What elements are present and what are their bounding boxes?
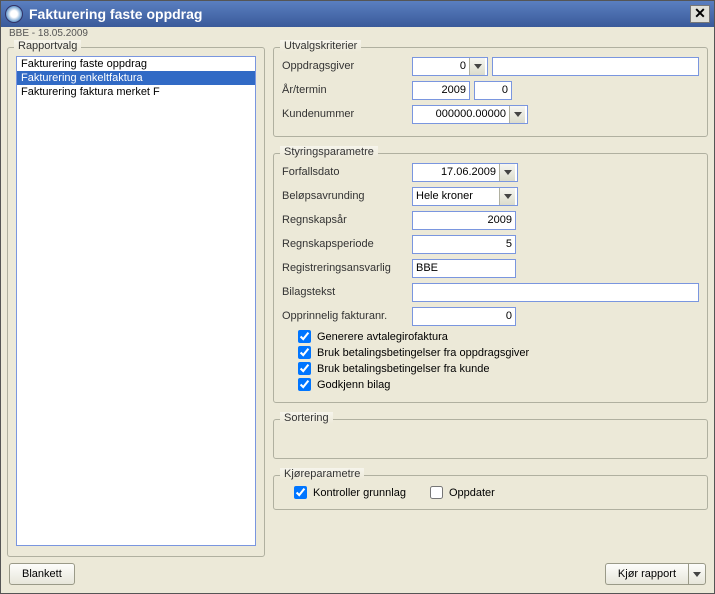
kjor-rapport-button-label: Kjør rapport (618, 568, 676, 580)
oppdragsgiver-dropdown-icon[interactable] (469, 58, 485, 75)
sortering-title: Sortering (280, 412, 333, 424)
godkjenn-bilag-label: Godkjenn bilag (317, 379, 390, 391)
kundenummer-combo[interactable] (412, 105, 528, 124)
generere-avtalegiro-checkbox[interactable] (298, 330, 311, 343)
app-icon (5, 5, 23, 23)
oppdragsgiver-combo[interactable] (412, 57, 488, 76)
sortering-group: Sortering (273, 419, 708, 459)
termin-input[interactable] (474, 81, 512, 100)
list-item[interactable]: Fakturering faktura merket F (17, 85, 255, 99)
bilagstekst-label: Bilagstekst (282, 286, 412, 298)
oppdragsgiver-extra-input[interactable] (492, 57, 699, 76)
blankett-button[interactable]: Blankett (9, 563, 75, 585)
bruk-betaling-kunde-checkbox[interactable] (298, 362, 311, 375)
kjoreparametre-group: Kjøreparametre Kontroller grunnlag Oppda… (273, 475, 708, 510)
footer: Blankett Kjør rapport (1, 557, 714, 593)
blankett-button-label: Blankett (22, 568, 62, 580)
godkjenn-bilag-checkbox[interactable] (298, 378, 311, 391)
oppdater-checkbox[interactable] (430, 486, 443, 499)
rapportvalg-group: Rapportvalg Fakturering faste oppdragFak… (7, 47, 265, 557)
oppdater-label: Oppdater (449, 487, 495, 499)
forfallsdato-combo[interactable] (412, 163, 518, 182)
registreringsansvarlig-input[interactable] (412, 259, 516, 278)
forfallsdato-dropdown-icon[interactable] (499, 164, 515, 181)
aar-input[interactable] (412, 81, 470, 100)
utvalgskriterier-group: Utvalgskriterier Oppdragsgiver År/termin (273, 47, 708, 137)
kjoreparametre-title: Kjøreparametre (280, 468, 364, 480)
rapportvalg-list[interactable]: Fakturering faste oppdragFakturering enk… (16, 56, 256, 546)
regnskapsaar-label: Regnskapsår (282, 214, 412, 226)
opprinnelig-fakturanr-input[interactable] (412, 307, 516, 326)
styringsparametre-title: Styringsparametre (280, 146, 378, 158)
forfallsdato-input[interactable] (413, 164, 499, 181)
kundenummer-input[interactable] (413, 106, 509, 123)
kundenummer-dropdown-icon[interactable] (509, 106, 525, 123)
title-bar: Fakturering faste oppdrag ✕ (1, 1, 714, 27)
utvalgskriterier-title: Utvalgskriterier (280, 40, 361, 52)
bilagstekst-input[interactable] (412, 283, 699, 302)
opprinnelig-fakturanr-label: Opprinnelig fakturanr. (282, 310, 412, 322)
registreringsansvarlig-label: Registreringsansvarlig (282, 262, 412, 274)
belopsavrunding-dropdown-icon[interactable] (499, 188, 515, 205)
list-item[interactable]: Fakturering enkeltfaktura (17, 71, 255, 85)
kjor-rapport-button[interactable]: Kjør rapport (605, 563, 688, 585)
kontroller-grunnlag-label: Kontroller grunnlag (313, 487, 406, 499)
kjor-rapport-dropdown-icon[interactable] (688, 563, 706, 585)
kundenummer-label: Kundenummer (282, 108, 412, 120)
oppdragsgiver-input[interactable] (413, 58, 469, 75)
main-window: Fakturering faste oppdrag ✕ BBE - 18.05.… (0, 0, 715, 594)
belopsavrunding-combo[interactable] (412, 187, 518, 206)
generere-avtalegiro-label: Generere avtalegirofaktura (317, 331, 448, 343)
styringsparametre-group: Styringsparametre Forfallsdato Beløpsavr… (273, 153, 708, 403)
close-button[interactable]: ✕ (690, 5, 710, 23)
regnskapsperiode-input[interactable] (412, 235, 516, 254)
regnskapsaar-input[interactable] (412, 211, 516, 230)
sortering-empty (282, 428, 699, 450)
regnskapsperiode-label: Regnskapsperiode (282, 238, 412, 250)
list-item[interactable]: Fakturering faste oppdrag (17, 57, 255, 71)
kjor-rapport-split: Kjør rapport (605, 563, 706, 585)
oppdragsgiver-label: Oppdragsgiver (282, 60, 412, 72)
aar-termin-label: År/termin (282, 84, 412, 96)
belopsavrunding-input[interactable] (413, 188, 499, 205)
bruk-betaling-kunde-label: Bruk betalingsbetingelser fra kunde (317, 363, 489, 375)
forfallsdato-label: Forfallsdato (282, 166, 412, 178)
window-title: Fakturering faste oppdrag (29, 6, 202, 22)
rapportvalg-title: Rapportvalg (14, 40, 81, 52)
belopsavrunding-label: Beløpsavrunding (282, 190, 412, 202)
sub-title: BBE - 18.05.2009 (1, 27, 714, 39)
content-area: Rapportvalg Fakturering faste oppdragFak… (1, 39, 714, 557)
bruk-betaling-oppdragsgiver-checkbox[interactable] (298, 346, 311, 359)
kontroller-grunnlag-checkbox[interactable] (294, 486, 307, 499)
bruk-betaling-oppdragsgiver-label: Bruk betalingsbetingelser fra oppdragsgi… (317, 347, 529, 359)
